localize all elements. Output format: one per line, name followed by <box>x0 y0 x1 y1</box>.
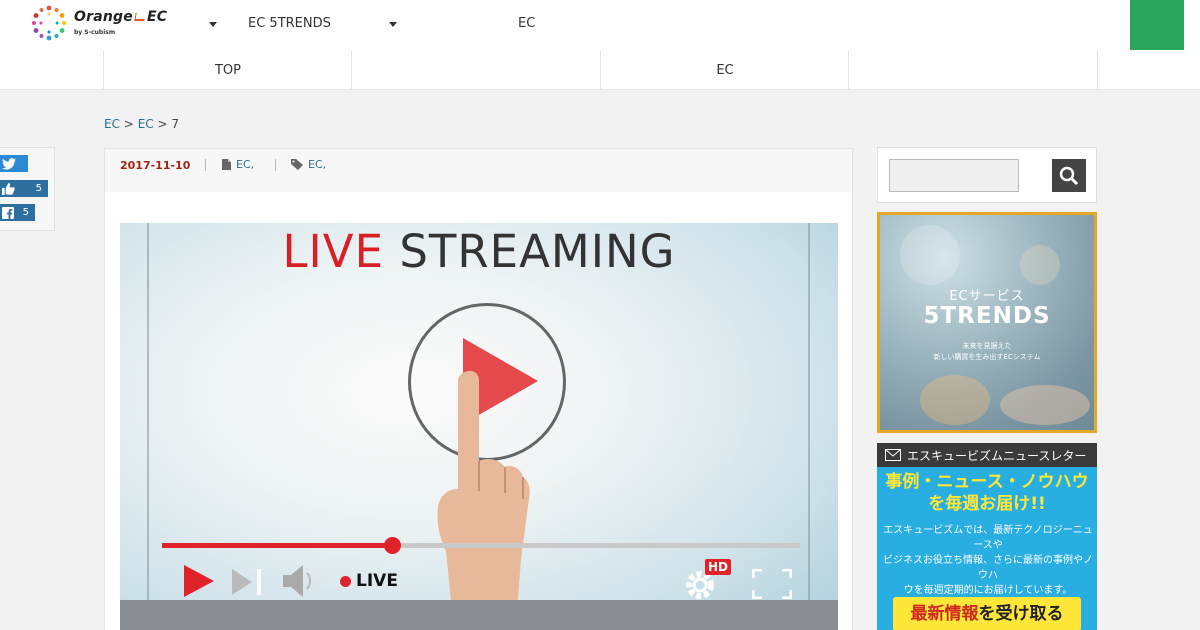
newsletter-header: エスキュービズムニュースレター <box>877 443 1097 467</box>
logo-wordmark: Orange EC <box>74 9 168 25</box>
header-link-5trends[interactable]: EC 5TRENDS <box>248 16 331 31</box>
article-meta: 2017-11-10 EC, EC, <box>105 149 852 192</box>
sidebar-search <box>877 147 1097 203</box>
global-nav: TOP EC <box>0 50 1200 90</box>
thumbs-up-icon <box>2 182 15 195</box>
banner-title: 5TRENDS <box>923 303 1051 329</box>
tag-label: EC, <box>308 158 327 171</box>
video-progress-knob[interactable] <box>383 537 401 554</box>
category-label: EC, <box>236 158 255 171</box>
article-category[interactable]: EC, <box>222 158 254 171</box>
like-count: 5 <box>35 183 42 194</box>
newsletter-title: 事例・ニュース・ノウハウ を毎週お届け!! <box>885 472 1089 514</box>
breadcrumb: EC > EC > 7 <box>104 117 179 131</box>
hd-badge: HD <box>705 559 732 575</box>
dropdown-caret-icon[interactable] <box>209 22 217 27</box>
hero-image: LIVE STREAMING LIVE HD <box>120 223 838 630</box>
player-next-icon[interactable] <box>232 569 262 595</box>
search-input[interactable] <box>889 159 1019 192</box>
article-card: 2017-11-10 EC, EC, LIVE STREAMING LIVE H <box>104 148 853 630</box>
player-play-icon[interactable] <box>184 565 214 597</box>
twitter-share-button[interactable] <box>0 155 28 172</box>
envelope-icon <box>885 449 901 461</box>
nav-label: EC <box>716 62 734 78</box>
newsletter-banner[interactable]: エスキュービズムニュースレター 事例・ニュース・ノウハウ を毎週お届け!! エス… <box>877 443 1097 630</box>
meta-divider <box>275 159 276 171</box>
breadcrumb-current: 7 <box>171 117 180 131</box>
share-panel: 5 5 <box>0 147 55 231</box>
document-icon <box>222 159 231 170</box>
ec-5trends-banner[interactable]: ECサービス 5TRENDS 未来を見据えた 新しい購買を生み出すECシステム <box>877 212 1097 433</box>
cta-label: を受け取る <box>978 604 1064 624</box>
breadcrumb-link[interactable]: EC <box>104 117 120 131</box>
newsletter-heading: エスキュービズムニュースレター <box>907 448 1087 463</box>
banner-caption: 未来を見据えた 新しい購買を生み出すECシステム <box>933 342 1041 361</box>
breadcrumb-separator: > <box>157 117 168 131</box>
like-button[interactable]: 5 <box>0 180 48 197</box>
search-button[interactable] <box>1052 159 1086 192</box>
twitter-bird-icon <box>2 157 16 170</box>
bokeh-light <box>1020 245 1060 285</box>
hero-title: LIVE STREAMING <box>120 225 838 278</box>
search-icon <box>1059 166 1079 185</box>
video-progress-fill <box>162 543 392 548</box>
hero-frame-line <box>147 223 149 630</box>
nav-item-2[interactable] <box>351 50 601 90</box>
facebook-share-button[interactable]: 5 <box>0 204 35 221</box>
bokeh-light <box>900 225 960 285</box>
nav-item-top[interactable]: TOP <box>103 50 352 90</box>
nav-label: TOP <box>214 62 241 78</box>
site-logo[interactable]: Orange EC by S-cubism <box>30 4 180 44</box>
article-date: 2017-11-10 <box>120 159 191 172</box>
live-label: LIVE <box>356 571 398 591</box>
header-link-ec[interactable]: EC <box>518 16 535 31</box>
hero-title-live: LIVE <box>282 225 385 278</box>
meta-divider <box>205 159 206 171</box>
hand-silhouette <box>1000 385 1090 425</box>
hero-title-rest: STREAMING <box>384 225 676 278</box>
newsletter-subscribe-button[interactable]: 最新情報を受け取る <box>893 597 1081 630</box>
pointing-hand <box>437 371 530 611</box>
logo-byline: by S-cubism <box>74 29 116 36</box>
nav-item-4[interactable] <box>848 50 1098 90</box>
banner-subtitle: ECサービス <box>949 289 1025 304</box>
player-fullscreen-icon[interactable] <box>752 569 792 599</box>
dropdown-caret-icon[interactable] <box>389 22 397 27</box>
article-tag[interactable]: EC, <box>291 158 326 171</box>
cta-highlight: 最新情報 <box>910 604 979 624</box>
player-control-bar <box>120 600 838 630</box>
site-header: Orange EC by S-cubism EC 5TRENDS EC <box>0 0 1200 50</box>
breadcrumb-link[interactable]: EC <box>138 117 154 131</box>
live-indicator-dot <box>340 576 351 587</box>
facebook-icon <box>2 206 14 219</box>
logo-dots-icon <box>32 5 66 41</box>
nav-item-ec[interactable]: EC <box>600 50 849 90</box>
bokeh-light <box>920 375 990 425</box>
facebook-count: 5 <box>22 207 29 218</box>
cart-icon <box>134 13 146 21</box>
player-volume-icon[interactable] <box>283 565 317 597</box>
breadcrumb-separator: > <box>123 117 134 131</box>
tag-icon <box>291 159 303 170</box>
header-cta-button[interactable] <box>1130 0 1184 50</box>
hero-frame-line <box>808 223 810 630</box>
